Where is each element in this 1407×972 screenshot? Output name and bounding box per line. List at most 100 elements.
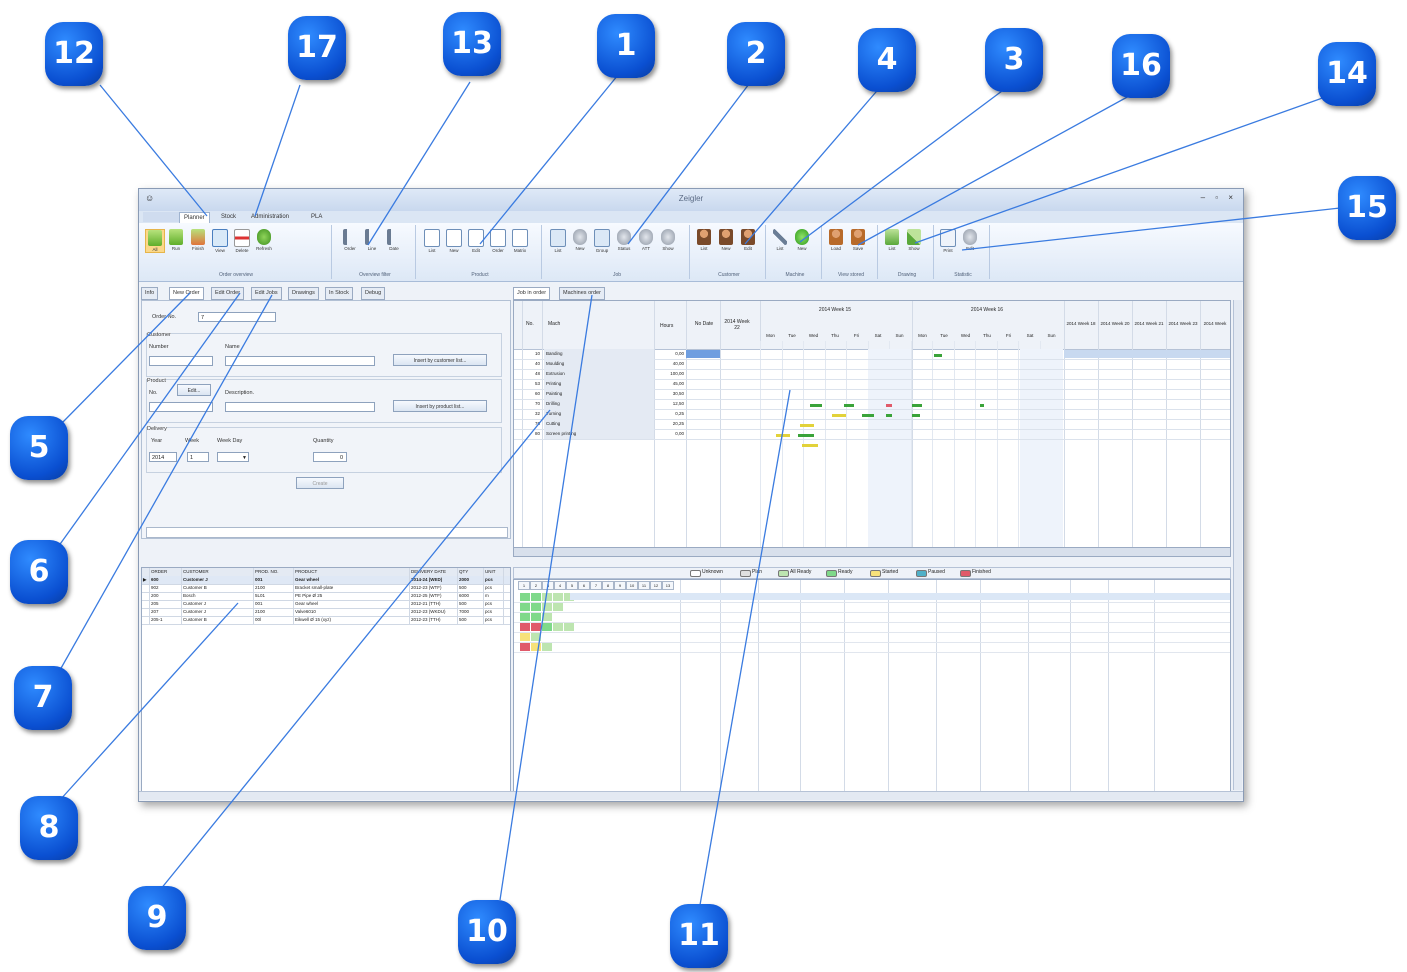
product-new-button[interactable]: New: [445, 229, 463, 253]
job-column-header[interactable]: 13: [662, 581, 674, 590]
view-orders-button[interactable]: View: [211, 229, 229, 253]
vertical-scrollbar[interactable]: [1233, 300, 1242, 790]
product-order-button[interactable]: Order: [489, 229, 507, 253]
job-list-button[interactable]: List: [549, 229, 567, 253]
tab-machines-order[interactable]: Machines order: [559, 287, 605, 300]
menu-tab-pla[interactable]: PLA: [307, 212, 326, 222]
job-group-button[interactable]: Group: [593, 229, 611, 253]
job-bar[interactable]: [802, 444, 818, 447]
run-orders-button[interactable]: Run: [167, 229, 185, 251]
column-header[interactable]: ORDER: [150, 568, 182, 576]
job-new-button[interactable]: New: [571, 229, 589, 251]
view-save-button[interactable]: Save: [849, 229, 867, 251]
job-show-button[interactable]: Show: [659, 229, 677, 251]
job-status-cell[interactable]: [542, 643, 552, 651]
tab-in-stock[interactable]: In Stock: [325, 287, 353, 300]
job-status-cell[interactable]: [542, 603, 552, 611]
product-list-button[interactable]: List: [423, 229, 441, 253]
column-header[interactable]: QTY: [458, 568, 484, 576]
insert-by-product-list-button[interactable]: Insert by product list...: [393, 400, 487, 412]
job-att-button[interactable]: ATT: [637, 229, 655, 251]
job-status-cell[interactable]: [520, 633, 530, 641]
job-column-header[interactable]: 7: [590, 581, 602, 590]
row-selector[interactable]: [142, 600, 150, 608]
job-column-header[interactable]: 4: [554, 581, 566, 590]
job-bar[interactable]: [810, 404, 822, 407]
job-status-cell[interactable]: [531, 593, 541, 601]
column-header[interactable]: UNIT: [484, 568, 504, 576]
all-orders-button[interactable]: All: [145, 229, 165, 253]
row-selector[interactable]: [142, 616, 150, 624]
job-status-cell[interactable]: [531, 613, 541, 621]
tab-debug[interactable]: Debug: [361, 287, 386, 300]
job-bar[interactable]: [980, 404, 984, 407]
row-selector[interactable]: [142, 584, 150, 592]
create-button[interactable]: Create: [296, 477, 344, 489]
menu-tab-app[interactable]: [143, 212, 179, 222]
job-row[interactable]: [514, 642, 1230, 653]
job-status-cell[interactable]: [553, 593, 563, 601]
job-status-cell[interactable]: [520, 613, 530, 621]
customer-edit-button[interactable]: Edit: [739, 229, 757, 251]
tab-edit-jobs[interactable]: Edit Jobs: [251, 287, 282, 300]
tab-job-in-order[interactable]: Job in order: [513, 287, 551, 300]
job-status-cell[interactable]: [542, 593, 552, 601]
menu-tab-administration[interactable]: Administration: [247, 212, 293, 222]
job-bar[interactable]: [886, 404, 892, 407]
row-selector[interactable]: [142, 608, 150, 616]
job-column-header[interactable]: 10: [626, 581, 638, 590]
table-row[interactable]: 205-1 Customer B 00l Eikwell Ø 15 (xyz) 2012…: [142, 616, 510, 625]
job-status-cell[interactable]: [542, 613, 552, 621]
refresh-button[interactable]: Refresh: [255, 229, 273, 251]
tab-info[interactable]: Info: [141, 287, 159, 300]
product-edit-button[interactable]: Edit: [467, 229, 485, 253]
job-column-header[interactable]: 9: [614, 581, 626, 590]
delete-orders-button[interactable]: Delete: [233, 229, 251, 253]
column-header[interactable]: PROD. NO.: [254, 568, 294, 576]
job-column-header[interactable]: 12: [650, 581, 662, 590]
product-no-field[interactable]: [149, 402, 213, 412]
row-selector[interactable]: [142, 592, 150, 600]
insert-by-customer-list-button[interactable]: Insert by customer list...: [393, 354, 487, 366]
job-column-header[interactable]: 2: [530, 581, 542, 590]
filter-order-button[interactable]: Order: [341, 229, 359, 251]
gantt-splitter[interactable]: [513, 547, 1231, 557]
job-status-cell[interactable]: [520, 623, 530, 631]
tab-drawings[interactable]: Drawings: [288, 287, 319, 300]
gantt-row[interactable]: 80 Screen printing 0,00: [514, 429, 1230, 440]
customer-list-button[interactable]: List: [695, 229, 713, 251]
job-column-header[interactable]: 3: [542, 581, 554, 590]
job-column-header[interactable]: 6: [578, 581, 590, 590]
job-bar[interactable]: [776, 434, 790, 437]
job-status-cell[interactable]: [531, 643, 541, 651]
job-status-cell[interactable]: [520, 603, 530, 611]
job-column-header[interactable]: 5: [566, 581, 578, 590]
column-header[interactable]: PRODUCT: [294, 568, 410, 576]
job-status-cell[interactable]: [531, 633, 541, 641]
view-load-button[interactable]: Load: [827, 229, 845, 251]
drawing-show-button[interactable]: Show: [905, 229, 923, 251]
job-status-cell[interactable]: [520, 643, 530, 651]
job-status-cell[interactable]: [553, 623, 563, 631]
tab-new-order[interactable]: New Order: [169, 287, 204, 300]
job-status-cell[interactable]: [531, 623, 541, 631]
order-no-field[interactable]: 7: [198, 312, 276, 322]
tab-edit-order[interactable]: Edit Order: [211, 287, 245, 300]
row-selector[interactable]: ▶: [142, 576, 150, 584]
finish-orders-button[interactable]: Finish: [189, 229, 207, 251]
menu-tab-stock[interactable]: Stock: [217, 212, 240, 222]
menu-tab-planner[interactable]: Planner: [179, 212, 210, 223]
product-description-field[interactable]: [225, 402, 375, 412]
job-status-cell[interactable]: [564, 623, 574, 631]
filter-line-button[interactable]: Line: [363, 229, 381, 251]
job-bar[interactable]: [798, 434, 814, 437]
week-field[interactable]: 1: [187, 452, 209, 462]
order-filter-row[interactable]: [146, 527, 508, 538]
filter-date-button[interactable]: Date: [385, 229, 403, 251]
job-status-button[interactable]: Status: [615, 229, 633, 251]
job-bar[interactable]: [912, 404, 922, 407]
product-matrix-button[interactable]: Matrix: [511, 229, 529, 253]
job-column-header[interactable]: 1: [518, 581, 530, 590]
job-bar[interactable]: [844, 404, 854, 407]
customer-new-button[interactable]: New: [717, 229, 735, 251]
